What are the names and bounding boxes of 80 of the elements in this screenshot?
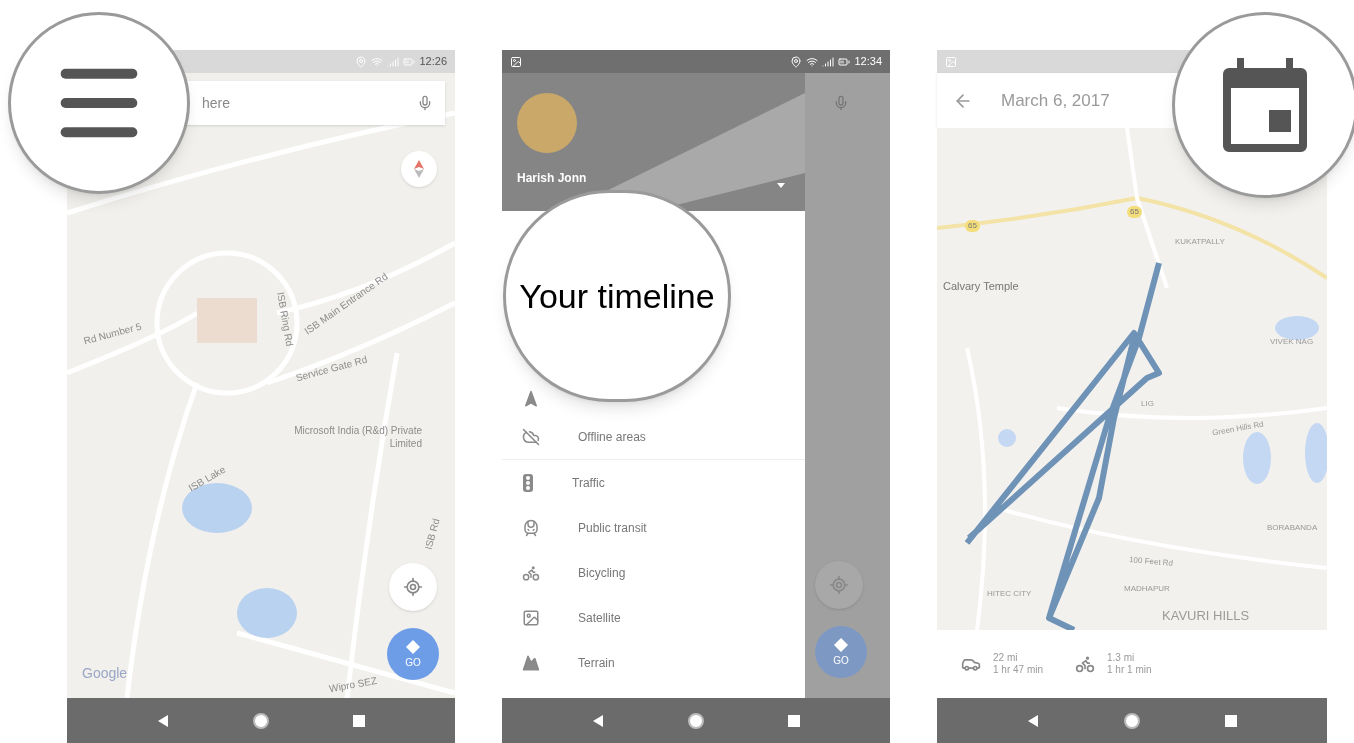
menu-item[interactable]: Terrain: [502, 640, 805, 685]
search-field[interactable]: here: [202, 92, 417, 114]
bicycle-icon: [522, 563, 540, 582]
back-icon[interactable]: [1027, 713, 1039, 728]
signal-icon: [387, 55, 400, 68]
lake: [1243, 432, 1271, 484]
my-location-button[interactable]: [389, 563, 437, 611]
map-label: Green Hills Rd: [1211, 418, 1265, 440]
map-label: KUKATPALLY: [1175, 236, 1225, 248]
cloud-off-icon: [522, 427, 540, 446]
trip-distance: 1.3 mi: [1107, 651, 1136, 664]
map-label: LIG: [1141, 398, 1154, 410]
wifi-icon: [806, 55, 819, 68]
timeline-date: March 6, 2017: [1001, 89, 1110, 112]
menu-item[interactable]: Bicycling: [502, 550, 805, 595]
image-icon: [510, 55, 522, 68]
map-label: ISB Ring Rd: [274, 291, 296, 348]
back-icon[interactable]: [156, 713, 169, 728]
battery-icon: [838, 55, 851, 68]
recents-icon[interactable]: [353, 714, 366, 727]
mountain-icon: [522, 653, 540, 672]
dropdown-icon[interactable]: [777, 183, 785, 188]
highway-shield: 65: [965, 220, 980, 232]
building: [197, 298, 257, 343]
satellite-image-icon: [522, 608, 540, 627]
home-icon[interactable]: [687, 711, 705, 730]
directions-button[interactable]: GO: [815, 626, 867, 678]
map-label: 100 Feet Rd: [1128, 554, 1174, 570]
status-time: 12:34: [854, 54, 882, 70]
map-label: Wipro SEZ: [328, 674, 379, 696]
map-label: VIVEK NAG: [1270, 336, 1314, 348]
navigation-icon: [522, 390, 540, 408]
lake: [237, 588, 297, 638]
map-label: Rd Number 5: [82, 320, 144, 348]
menu-item[interactable]: Traffic: [502, 460, 805, 505]
map-label: HITEC CITY: [987, 588, 1032, 600]
location-icon: [790, 55, 803, 68]
map-label: Calvary Temple: [943, 279, 1019, 294]
directions-button[interactable]: GO: [387, 628, 439, 680]
status-time: 12:26: [419, 54, 447, 70]
home-icon[interactable]: [1123, 711, 1141, 730]
locate-icon: [403, 577, 423, 597]
trip-distance: 22 mi: [993, 651, 1019, 664]
recents-icon[interactable]: [788, 714, 801, 727]
map-label: MADHAPUR: [1124, 583, 1170, 595]
locate-icon: [829, 575, 849, 595]
map-label: KAVURI HILLS: [1162, 607, 1250, 625]
map-label: Microsoft India (R&d) Private Limited: [293, 425, 422, 450]
calendar-icon[interactable]: [1223, 58, 1307, 152]
highway-shield: 65: [1127, 206, 1142, 218]
directions-icon: [834, 638, 848, 652]
home-icon[interactable]: [252, 711, 270, 730]
wifi-icon: [371, 55, 384, 68]
location-icon: [355, 55, 368, 68]
map-label: BORABANDA: [1267, 522, 1318, 534]
signal-icon: [822, 55, 835, 68]
compass-icon: [414, 160, 424, 178]
traffic-light-icon: [522, 473, 534, 492]
train-icon: [522, 518, 540, 537]
trip-duration: 1 hr 1 min: [1107, 664, 1152, 677]
menu-item[interactable]: Satellite: [502, 595, 805, 640]
recents-icon[interactable]: [1225, 714, 1237, 727]
image-icon: [945, 55, 957, 68]
lake: [1275, 316, 1319, 340]
lake: [998, 429, 1016, 447]
map-label: ISB Rd: [422, 517, 443, 552]
menu-item[interactable]: Public transit: [502, 505, 805, 550]
account-name: Harish Jonn: [517, 170, 587, 187]
back-icon[interactable]: [591, 713, 604, 728]
directions-icon: [406, 640, 420, 654]
microphone-icon: [833, 95, 849, 111]
trip-duration: 1 hr 47 min: [993, 664, 1044, 677]
battery-icon: [403, 55, 416, 68]
menu-item[interactable]: Offline areas: [502, 414, 805, 459]
map-label: Service Gate Rd: [294, 353, 369, 385]
map-label: ISB Lake: [186, 463, 228, 495]
lake: [1305, 423, 1327, 483]
google-logo: Google: [82, 664, 128, 683]
microphone-icon[interactable]: [417, 95, 433, 111]
menu-item-label: Your timeline: [519, 275, 715, 317]
